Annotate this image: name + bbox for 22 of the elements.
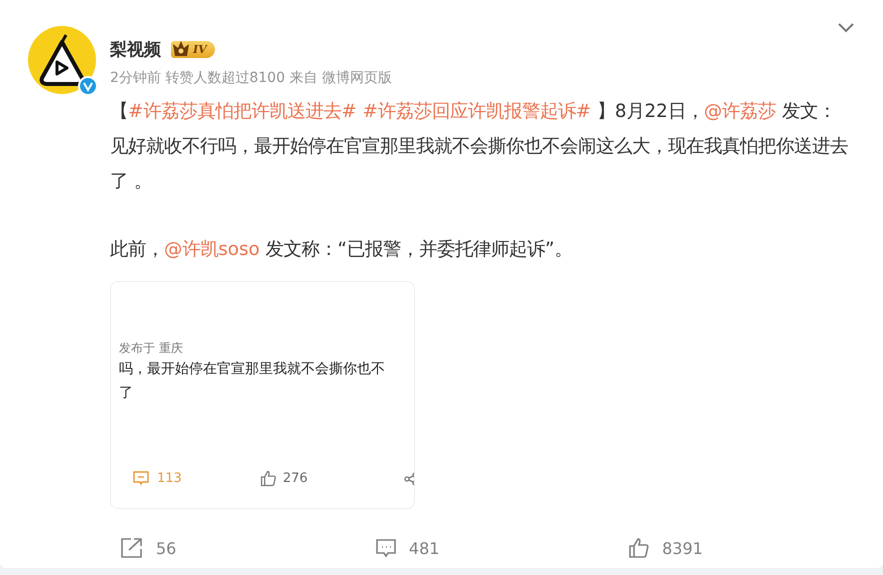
comment-icon[interactable] [374,538,397,558]
comment-icon [133,471,149,486]
thumbs-up-icon [260,470,277,487]
screenshot-text: 吗，最开始停在官宣那里我就不会撕你也不 [119,360,386,379]
post-meta: 2分钟前 转赞人数超过8100 来自 微博网页版 [110,69,392,87]
comment-count: 113 [157,471,182,486]
share-icon [404,472,414,486]
share-icon[interactable] [120,537,144,559]
avatar-logo-icon[interactable] [28,26,96,94]
screenshot-text: 了 [119,384,134,403]
thumbs-up-icon[interactable] [628,537,650,559]
repost-button[interactable]: 56 [120,537,375,559]
like-count: 276 [282,471,308,486]
post-text: 此前，@许凯soso 发文称：“已报警，并委托律师起诉”。 [110,238,574,262]
location-text: 发布于 重庆 [119,340,184,357]
level-badge: IV [171,41,215,58]
chevron-down-icon[interactable] [837,22,855,34]
comment-button[interactable]: 481 [374,537,628,559]
post-text: 【#许荔莎真怕把许凯送进去# #许荔莎回应许凯报警起诉# 】8月22日，@许荔莎 发文：见好就收不行吗，最开始停在官宣那里我就不会撕你也不会闹这么大，现在我真怕把你送进去了 。 [110,100,849,194]
author-name[interactable]: 梨视频 [110,38,161,61]
verified-badge-icon [78,76,98,96]
like-button[interactable]: 8391 [628,537,883,559]
